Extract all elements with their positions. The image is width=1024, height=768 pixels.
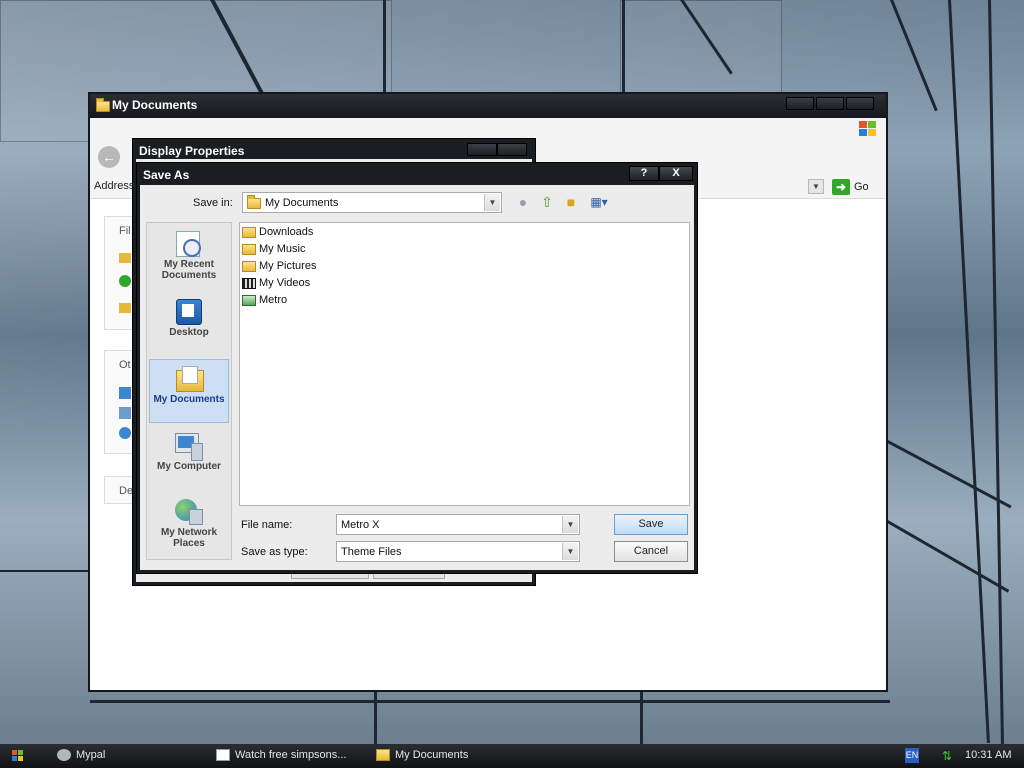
address-label: Address xyxy=(94,180,135,192)
building-beam xyxy=(622,0,625,94)
pictures-folder-icon xyxy=(242,261,256,272)
document-icon xyxy=(216,749,230,761)
panel-label: De xyxy=(119,485,134,497)
up-folder-icon[interactable]: ⇧ xyxy=(537,192,557,212)
maximize-button[interactable] xyxy=(816,97,844,110)
help-button[interactable]: ? xyxy=(629,166,659,181)
file-name: My Pictures xyxy=(259,260,317,272)
save-in-value: My Documents xyxy=(265,197,339,209)
folder-icon xyxy=(119,303,131,313)
dialog-body: Save in: My Documents ▼ ● ⇧ ■ ▦▾ My Rece… xyxy=(140,185,694,570)
place-desktop[interactable]: Desktop xyxy=(149,293,229,357)
building-beam xyxy=(90,700,890,703)
folder-icon xyxy=(96,98,110,112)
recent-documents-icon xyxy=(173,229,203,257)
taskbar-item-label: Watch free simpsons... xyxy=(235,749,347,761)
place-label: Desktop xyxy=(169,327,209,338)
building-beam xyxy=(374,692,377,744)
music-folder-icon xyxy=(242,244,256,255)
close-button[interactable]: X xyxy=(659,166,693,181)
network-places-icon xyxy=(173,497,203,525)
address-dropdown-icon[interactable]: ▼ xyxy=(808,179,824,194)
dialog-title: Display Properties xyxy=(139,144,245,158)
network-tray-icon[interactable]: ⇅ xyxy=(942,749,956,763)
taskbar-item-label: Mypal xyxy=(76,749,106,761)
window-title: My Documents xyxy=(112,98,198,112)
place-label: My Documents xyxy=(153,394,225,405)
mypal-icon xyxy=(57,749,71,761)
my-documents-titlebar[interactable]: My Documents xyxy=(90,94,886,118)
place-network[interactable]: My Network Places xyxy=(149,493,229,559)
building-beam xyxy=(383,0,386,94)
windows-logo-icon xyxy=(858,120,878,138)
building-beam xyxy=(886,440,1012,509)
save-as-type-select[interactable]: Theme Files ▼ xyxy=(336,541,580,562)
file-list[interactable]: Downloads My Music My Pictures My Videos… xyxy=(239,222,690,506)
save-as-type-value: Theme Files xyxy=(341,546,402,558)
videos-folder-icon xyxy=(242,278,256,289)
file-name-value: Metro X xyxy=(341,519,380,531)
place-label: My Network Places xyxy=(160,527,218,549)
back-icon[interactable]: ← xyxy=(98,146,120,168)
glass-pane xyxy=(620,0,782,102)
web-icon xyxy=(119,275,131,287)
file-name: Metro xyxy=(259,294,288,306)
save-as-dialog: Save As ? X Save in: My Documents ▼ ● ⇧ … xyxy=(136,162,698,574)
place-label: My Computer xyxy=(157,461,221,472)
place-label: My Recent Documents xyxy=(161,259,217,281)
clock[interactable]: 10:31 AM xyxy=(965,749,1011,761)
taskbar: Mypal Watch free simpsons... My Document… xyxy=(0,744,1024,768)
building-beam xyxy=(988,0,1004,744)
folder-icon xyxy=(119,253,131,263)
file-name-label: File name: xyxy=(241,519,293,531)
building-beam xyxy=(640,692,643,744)
save-in-combo[interactable]: My Documents ▼ xyxy=(242,192,502,213)
desktop-icon xyxy=(173,297,203,325)
computer-icon xyxy=(119,407,131,419)
windows-flag-icon[interactable] xyxy=(12,750,24,762)
panel-label: Ot xyxy=(119,359,131,371)
places-bar: My Recent Documents Desktop My Documents xyxy=(146,222,232,560)
language-indicator[interactable]: EN xyxy=(905,748,919,763)
my-documents-icon xyxy=(247,195,261,209)
my-computer-icon xyxy=(173,431,203,461)
chevron-down-icon[interactable]: ▼ xyxy=(562,516,578,533)
network-icon xyxy=(119,427,131,439)
close-button[interactable] xyxy=(846,97,874,110)
folder-icon xyxy=(376,749,390,761)
theme-file-icon xyxy=(242,295,256,306)
building-beam xyxy=(948,0,990,743)
file-name: My Music xyxy=(259,243,306,255)
file-name-input[interactable]: Metro X ▼ xyxy=(336,514,580,535)
go-arrow-icon[interactable]: ➜ xyxy=(832,179,850,195)
building-beam xyxy=(0,570,90,572)
folder-icon xyxy=(242,227,256,238)
chevron-down-icon[interactable]: ▼ xyxy=(562,543,578,560)
place-recent-documents[interactable]: My Recent Documents xyxy=(149,225,229,289)
help-button[interactable] xyxy=(467,143,497,156)
dialog-title: Save As xyxy=(143,168,190,182)
view-menu-icon[interactable]: ▦▾ xyxy=(587,192,611,212)
file-name: My Videos xyxy=(259,277,311,289)
place-my-computer[interactable]: My Computer xyxy=(149,427,229,491)
back-icon[interactable]: ● xyxy=(513,192,533,212)
taskbar-item-label: My Documents xyxy=(395,749,469,761)
save-in-label: Save in: xyxy=(193,197,233,209)
chevron-down-icon[interactable]: ▼ xyxy=(484,194,500,211)
building-beam xyxy=(886,520,1010,593)
close-button[interactable] xyxy=(497,143,527,156)
file-name: Downloads xyxy=(259,226,314,238)
my-documents-icon xyxy=(174,364,204,392)
save-button[interactable]: Save xyxy=(614,514,688,535)
panel-label: Fil xyxy=(119,225,131,237)
new-folder-icon[interactable]: ■ xyxy=(561,192,581,212)
place-my-documents[interactable]: My Documents xyxy=(149,359,229,423)
save-as-type-label: Save as type: xyxy=(241,546,308,558)
desktop-icon xyxy=(119,387,131,399)
minimize-button[interactable] xyxy=(786,97,814,110)
go-label[interactable]: Go xyxy=(854,181,869,193)
building-beam xyxy=(890,0,938,112)
cancel-button[interactable]: Cancel xyxy=(614,541,688,562)
